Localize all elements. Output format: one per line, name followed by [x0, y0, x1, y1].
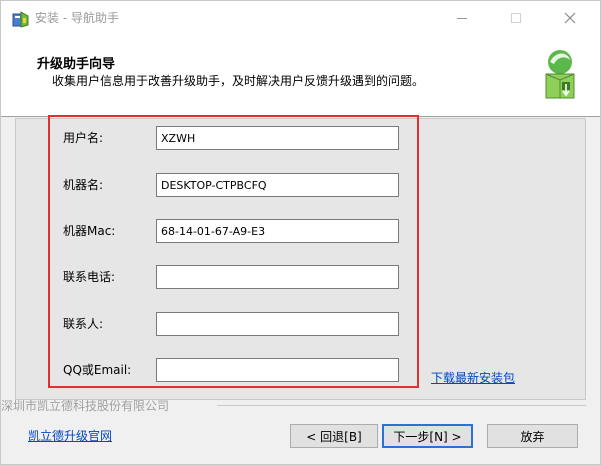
page-title: 升级助手向导 — [37, 57, 116, 72]
machine-mac-input[interactable] — [156, 219, 399, 243]
footer-divider — [217, 405, 586, 406]
window-title: 安装 - 导航助手 — [35, 11, 119, 25]
company-name: 深圳市凯立德科技股份有限公司 — [1, 399, 170, 413]
contact-input[interactable] — [156, 312, 399, 336]
next-button[interactable]: 下一步[N] > — [382, 424, 473, 448]
wizard-header: 升级助手向导 收集用户信息用于改善升级助手，及时解决用户反馈升级遇到的问题。 — [1, 35, 600, 117]
qq-email-label: QQ或Email: — [63, 363, 132, 377]
official-site-link[interactable]: 凯立德升级官网 — [28, 427, 112, 444]
qq-email-input[interactable] — [156, 358, 399, 382]
maximize-button[interactable] — [493, 1, 539, 35]
cancel-button[interactable]: 放弃 — [487, 424, 578, 448]
username-input[interactable] — [156, 126, 399, 150]
contact-label: 联系人: — [63, 317, 104, 331]
minimize-button[interactable] — [439, 1, 485, 35]
machine-mac-label: 机器Mac: — [63, 224, 116, 238]
phone-input[interactable] — [156, 265, 399, 289]
maximize-icon — [511, 13, 521, 23]
installer-icon — [12, 10, 30, 28]
machine-name-label: 机器名: — [63, 178, 104, 192]
machine-name-input[interactable] — [156, 173, 399, 197]
close-button[interactable] — [547, 1, 593, 35]
page-subtitle: 收集用户信息用于改善升级助手，及时解决用户反馈升级遇到的问题。 — [52, 74, 425, 88]
download-latest-link[interactable]: 下载最新安装包 — [431, 369, 515, 386]
upgrade-logo-icon — [536, 46, 584, 102]
title-bar: 安装 - 导航助手 — [1, 1, 600, 35]
user-info-form-frame — [48, 115, 419, 388]
minimize-icon — [457, 17, 467, 19]
installer-window: 安装 - 导航助手 升级助手向导 收集用户信息用于改善升级助手，及时解决用户反馈… — [0, 0, 601, 465]
close-icon — [564, 12, 576, 24]
username-label: 用户名: — [63, 131, 104, 145]
phone-label: 联系电话: — [63, 270, 116, 284]
back-button[interactable]: < 回退[B] — [290, 424, 378, 448]
